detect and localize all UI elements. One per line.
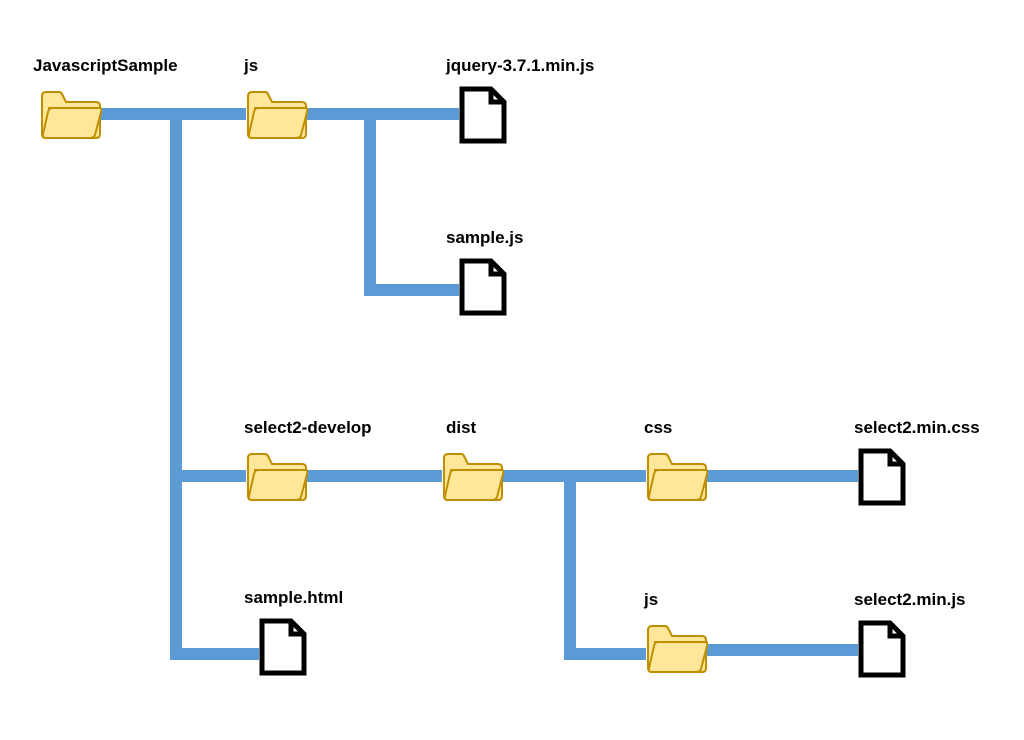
file-icon <box>858 448 906 506</box>
folder-icon <box>646 450 708 502</box>
node-label-jquery: jquery-3.7.1.min.js <box>446 56 594 76</box>
file-icon <box>459 258 507 316</box>
folder-icon <box>40 88 102 140</box>
node-label-dist: dist <box>446 418 476 438</box>
node-label-select2dev: select2-develop <box>244 418 372 438</box>
folder-icon <box>646 622 708 674</box>
node-label-css: css <box>644 418 672 438</box>
node-label-select2mincss: select2.min.css <box>854 418 980 438</box>
diagram-canvas: JavascriptSample js jquery-3.7.1.min.js … <box>0 0 1024 740</box>
folder-icon <box>442 450 504 502</box>
node-label-js: js <box>244 56 258 76</box>
node-label-samplehtml: sample.html <box>244 588 343 608</box>
folder-icon <box>246 88 308 140</box>
node-label-root: JavascriptSample <box>33 56 178 76</box>
node-label-samplejs: sample.js <box>446 228 524 248</box>
file-icon <box>259 618 307 676</box>
node-label-select2minjs: select2.min.js <box>854 590 966 610</box>
node-label-jsfolder2: js <box>644 590 658 610</box>
folder-icon <box>246 450 308 502</box>
file-icon <box>858 620 906 678</box>
file-icon <box>459 86 507 144</box>
